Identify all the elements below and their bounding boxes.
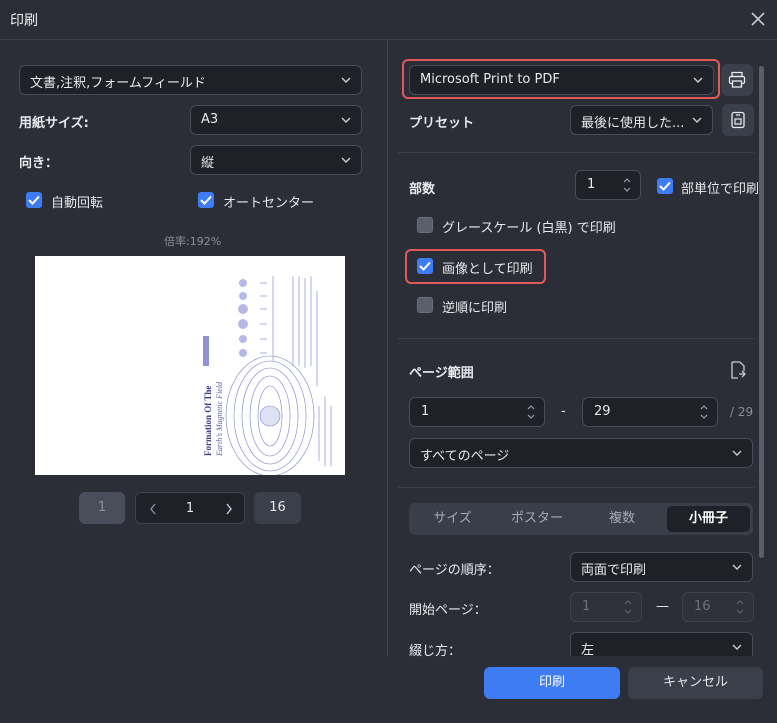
preview-text-lines [260, 276, 332, 466]
auto-center-checkbox[interactable] [198, 192, 214, 208]
tab-size[interactable]: サイズ [412, 506, 493, 532]
chevron-down-icon [693, 76, 703, 84]
orientation-value: 縦 [201, 156, 215, 171]
page-order-select[interactable]: 両面で印刷 [570, 552, 753, 582]
preset-label: プリセット [409, 116, 475, 131]
page-order-label: ページの順序： [409, 563, 500, 578]
chevron-down-icon [732, 449, 742, 457]
divider [398, 487, 754, 488]
paper-size-select[interactable]: A3 [190, 105, 362, 135]
auto-rotate-label: 自動回転 [51, 196, 104, 211]
copies-value: 1 [587, 177, 596, 192]
preset-value: 最後に使用した... [581, 116, 685, 131]
grayscale-checkbox[interactable] [417, 217, 433, 233]
collate-label: 部単位で印刷 [681, 182, 760, 197]
save-icon [731, 111, 745, 129]
range-to-stepper[interactable]: 29 [582, 397, 718, 427]
collate-checkbox[interactable] [657, 178, 673, 194]
binding-value: 左 [581, 643, 595, 656]
chevron-down-icon [692, 116, 702, 124]
stepper-arrows-icon[interactable] [623, 597, 633, 617]
stepper-arrows-icon[interactable] [735, 597, 745, 617]
preset-select[interactable]: 最後に使用した... [570, 105, 713, 135]
print-as-image-checkbox[interactable] [417, 258, 433, 274]
page-navigator[interactable]: 1 [135, 492, 245, 524]
range-from-value: 1 [421, 404, 430, 419]
tab-booklet[interactable]: 小冊子 [667, 506, 750, 532]
dialog-title: 印刷 [10, 13, 38, 29]
start-to-value: 16 [694, 599, 711, 614]
grayscale-label: グレースケール (白黒) で印刷 [442, 221, 616, 236]
divider [398, 338, 754, 339]
preview-title-line1: Formation Of The [203, 386, 213, 456]
tab-poster[interactable]: ポスター [496, 506, 578, 532]
divider [398, 152, 754, 153]
page-range-swap-icon[interactable] [729, 360, 747, 384]
stepper-arrows-icon[interactable] [622, 175, 632, 195]
first-page-button[interactable]: 1 [79, 492, 125, 524]
print-preview: Formation Of The Earth’s Magnetic Field [35, 256, 345, 477]
content-select[interactable]: 文書,注釈,フォームフィールド [19, 65, 362, 95]
printer-properties-button[interactable] [721, 64, 753, 96]
range-select-value: すべてのページ [420, 449, 510, 464]
binding-select[interactable]: 左 [570, 632, 753, 656]
preview-title-line2: Earth’s Magnetic Field [215, 381, 224, 457]
copies-label: 部数 [409, 182, 436, 197]
page-range-label: ページ範囲 [409, 366, 474, 381]
close-icon[interactable] [748, 9, 768, 29]
title-bar: 印刷 [0, 0, 777, 40]
auto-center-label: オートセンター [223, 196, 315, 211]
auto-rotate-checkbox[interactable] [26, 192, 42, 208]
chevron-down-icon [341, 76, 351, 84]
chevron-down-icon [732, 643, 742, 651]
start-from-stepper[interactable]: 1 [570, 592, 642, 622]
stepper-arrows-icon[interactable] [699, 402, 709, 422]
zoom-level: 倍率:192% [164, 235, 222, 248]
scrollbar[interactable] [759, 66, 764, 558]
range-to-value: 29 [594, 404, 611, 419]
paper-size-value: A3 [201, 112, 219, 127]
printer-select[interactable]: Microsoft Print to PDF [409, 65, 714, 95]
printer-icon [728, 71, 746, 88]
range-dash: - [561, 404, 566, 419]
printer-value: Microsoft Print to PDF [420, 72, 560, 87]
cancel-button[interactable]: キャンセル [628, 667, 763, 699]
stepper-arrows-icon[interactable] [526, 402, 536, 422]
reverse-order-label: 逆順に印刷 [442, 301, 508, 316]
content-select-value: 文書,注釈,フォームフィールド [30, 76, 206, 91]
magnetic-field-diagram [225, 355, 315, 477]
orientation-select[interactable]: 縦 [190, 145, 362, 175]
copies-stepper[interactable]: 1 [575, 170, 641, 200]
tab-multiple[interactable]: 複数 [581, 506, 663, 532]
start-from-value: 1 [582, 599, 591, 614]
page-scaling-tabs: サイズ ポスター 複数 小冊子 [409, 503, 753, 535]
range-select[interactable]: すべてのページ [409, 438, 753, 468]
preview-icons [238, 279, 248, 357]
preview-page-content: Formation Of The Earth’s Magnetic Field [203, 276, 332, 477]
start-dash: — [656, 599, 669, 614]
paper-size-label: 用紙サイズ: [19, 116, 89, 131]
start-page-label: 開始ページ： [409, 603, 487, 618]
range-total: / 29 [730, 405, 754, 419]
orientation-label: 向き： [19, 156, 59, 171]
range-from-stepper[interactable]: 1 [409, 397, 545, 427]
preview-label-block [203, 336, 209, 366]
reverse-order-checkbox[interactable] [417, 297, 433, 313]
last-page-button[interactable]: 16 [254, 492, 301, 524]
save-preset-button[interactable] [722, 104, 754, 136]
start-to-stepper[interactable]: 16 [682, 592, 754, 622]
print-button[interactable]: 印刷 [484, 667, 620, 699]
panel-divider [387, 40, 388, 656]
print-as-image-label: 画像として印刷 [442, 262, 533, 277]
chevron-down-icon [732, 563, 742, 571]
page-order-value: 両面で印刷 [581, 563, 647, 578]
chevron-down-icon [341, 156, 351, 164]
current-page: 1 [185, 501, 195, 516]
chevron-left-icon[interactable] [148, 493, 158, 538]
binding-label: 綴じ方： [409, 644, 462, 659]
chevron-down-icon [341, 116, 351, 124]
chevron-right-icon[interactable] [224, 493, 234, 538]
